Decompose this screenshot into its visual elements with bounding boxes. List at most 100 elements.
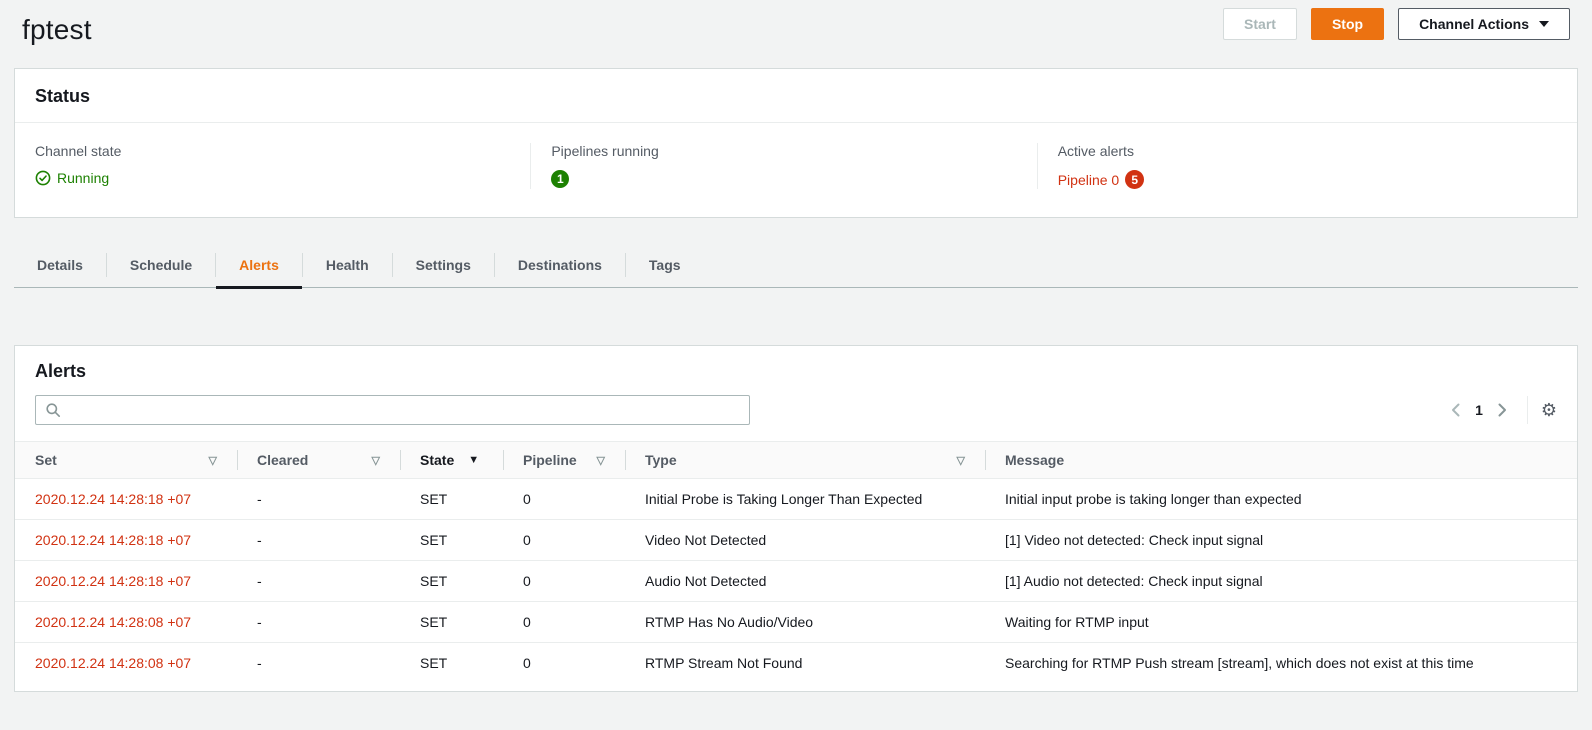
- alerts-toolbar: 1 ⚙: [35, 395, 1557, 425]
- alert-pipeline: 0: [503, 520, 625, 561]
- alert-type: RTMP Has No Audio/Video: [625, 602, 985, 643]
- header-actions: Start Stop Channel Actions: [1223, 8, 1570, 40]
- tab-settings[interactable]: Settings: [393, 248, 494, 287]
- status-panel-body: Channel state Running Pipelines running …: [15, 123, 1577, 217]
- channel-actions-button[interactable]: Channel Actions: [1398, 8, 1570, 40]
- alert-row: 2020.12.24 14:28:08 +07 - SET 0 RTMP Str…: [15, 643, 1577, 684]
- alerts-table: Set ▽ Cleared ▽ State ▼ Pipeline ▽ Type ▽ Mes…: [15, 441, 1577, 683]
- alert-pipeline: 0: [503, 479, 625, 520]
- active-alerts-column: Active alerts Pipeline 0 5: [1037, 143, 1577, 189]
- settings-gear-icon[interactable]: ⚙: [1541, 401, 1557, 419]
- column-label: Pipeline: [523, 452, 577, 468]
- search-icon: [45, 402, 61, 418]
- check-circle-icon: [35, 170, 51, 186]
- pipelines-running-badge: 1: [551, 170, 569, 188]
- alerts-panel-header: Alerts 1: [15, 346, 1577, 441]
- tab-schedule[interactable]: Schedule: [107, 248, 215, 287]
- alert-cleared-time: -: [237, 643, 400, 684]
- sort-icon[interactable]: ▽: [597, 454, 605, 467]
- channel-actions-label: Channel Actions: [1419, 17, 1529, 31]
- column-label: Message: [1005, 452, 1064, 468]
- alerts-table-header-row: Set ▽ Cleared ▽ State ▼ Pipeline ▽ Type ▽ Mes…: [15, 442, 1577, 479]
- alerts-search-box[interactable]: [35, 395, 750, 425]
- column-header-pipeline[interactable]: Pipeline ▽: [503, 442, 625, 479]
- pipelines-running-column: Pipelines running 1: [530, 143, 1036, 189]
- channel-state-column: Channel state Running: [15, 143, 530, 189]
- alerts-search-input[interactable]: [68, 401, 740, 419]
- channel-state-value: Running: [57, 170, 109, 186]
- sort-icon[interactable]: ▽: [209, 454, 217, 467]
- pipelines-running-label: Pipelines running: [551, 143, 1016, 159]
- alerts-panel-title: Alerts: [35, 361, 86, 381]
- alerts-pagination: 1 ⚙: [1444, 396, 1557, 424]
- alerts-panel: Alerts 1: [14, 345, 1578, 692]
- tab-tags[interactable]: Tags: [626, 248, 704, 287]
- alert-message: Searching for RTMP Push stream [stream],…: [985, 643, 1577, 684]
- alert-state: SET: [400, 643, 503, 684]
- column-header-type[interactable]: Type ▽: [625, 442, 985, 479]
- alert-row: 2020.12.24 14:28:18 +07 - SET 0 Audio No…: [15, 561, 1577, 602]
- alert-message: Waiting for RTMP input: [985, 602, 1577, 643]
- column-header-cleared[interactable]: Cleared ▽: [237, 442, 400, 479]
- column-header-message[interactable]: Message: [985, 442, 1577, 479]
- sort-icon[interactable]: ▼: [468, 454, 479, 466]
- column-label: Cleared: [257, 452, 308, 468]
- tab-alerts[interactable]: Alerts: [216, 248, 302, 287]
- toolbar-divider: [1527, 396, 1528, 424]
- alert-pipeline: 0: [503, 602, 625, 643]
- alert-type: Initial Probe is Taking Longer Than Expe…: [625, 479, 985, 520]
- tab-health[interactable]: Health: [303, 248, 392, 287]
- stop-button[interactable]: Stop: [1311, 8, 1384, 40]
- alert-pipeline: 0: [503, 643, 625, 684]
- status-panel: Status Channel state Running Pipelines r…: [14, 68, 1578, 218]
- tab-details[interactable]: Details: [14, 248, 106, 287]
- current-page-number[interactable]: 1: [1475, 402, 1483, 418]
- alert-cleared-time: -: [237, 602, 400, 643]
- status-panel-header: Status: [15, 69, 1577, 123]
- alert-cleared-time: -: [237, 520, 400, 561]
- alert-pipeline: 0: [503, 561, 625, 602]
- channel-tabs: Details Schedule Alerts Health Settings …: [14, 248, 1578, 288]
- alert-set-time: 2020.12.24 14:28:08 +07: [15, 643, 237, 684]
- tab-destinations[interactable]: Destinations: [495, 248, 625, 287]
- alert-state: SET: [400, 602, 503, 643]
- sort-icon[interactable]: ▽: [372, 454, 380, 467]
- status-panel-title: Status: [35, 86, 90, 106]
- alert-message: Initial input probe is taking longer tha…: [985, 479, 1577, 520]
- column-label: Set: [35, 452, 57, 468]
- chevron-right-icon: [1496, 403, 1508, 417]
- alert-cleared-time: -: [237, 561, 400, 602]
- chevron-left-icon: [1450, 403, 1462, 417]
- alert-type: Video Not Detected: [625, 520, 985, 561]
- column-label: State: [420, 452, 454, 468]
- channel-state-label: Channel state: [35, 143, 510, 159]
- alert-message: [1] Video not detected: Check input sign…: [985, 520, 1577, 561]
- alert-row: 2020.12.24 14:28:18 +07 - SET 0 Initial …: [15, 479, 1577, 520]
- previous-page-button[interactable]: [1444, 398, 1468, 422]
- alert-type: Audio Not Detected: [625, 561, 985, 602]
- alert-set-time: 2020.12.24 14:28:18 +07: [15, 561, 237, 602]
- active-alerts-pipeline-link[interactable]: Pipeline 0: [1058, 172, 1120, 188]
- alert-set-time: 2020.12.24 14:28:18 +07: [15, 479, 237, 520]
- alert-state: SET: [400, 561, 503, 602]
- alert-state: SET: [400, 520, 503, 561]
- alert-state: SET: [400, 479, 503, 520]
- active-alerts-count-badge: 5: [1125, 170, 1144, 189]
- start-button[interactable]: Start: [1223, 8, 1297, 40]
- panel-bottom-padding: [15, 683, 1577, 691]
- alert-set-time: 2020.12.24 14:28:18 +07: [15, 520, 237, 561]
- column-header-set[interactable]: Set ▽: [15, 442, 237, 479]
- alert-type: RTMP Stream Not Found: [625, 643, 985, 684]
- alert-row: 2020.12.24 14:28:18 +07 - SET 0 Video No…: [15, 520, 1577, 561]
- caret-down-icon: [1539, 21, 1549, 27]
- column-label: Type: [645, 452, 677, 468]
- sort-icon[interactable]: ▽: [957, 454, 965, 467]
- alert-message: [1] Audio not detected: Check input sign…: [985, 561, 1577, 602]
- page-title: fptest: [22, 14, 92, 46]
- next-page-button[interactable]: [1490, 398, 1514, 422]
- alert-row: 2020.12.24 14:28:08 +07 - SET 0 RTMP Has…: [15, 602, 1577, 643]
- page-header: fptest Start Stop Channel Actions: [0, 0, 1592, 46]
- alert-cleared-time: -: [237, 479, 400, 520]
- column-header-state[interactable]: State ▼: [400, 442, 503, 479]
- alert-set-time: 2020.12.24 14:28:08 +07: [15, 602, 237, 643]
